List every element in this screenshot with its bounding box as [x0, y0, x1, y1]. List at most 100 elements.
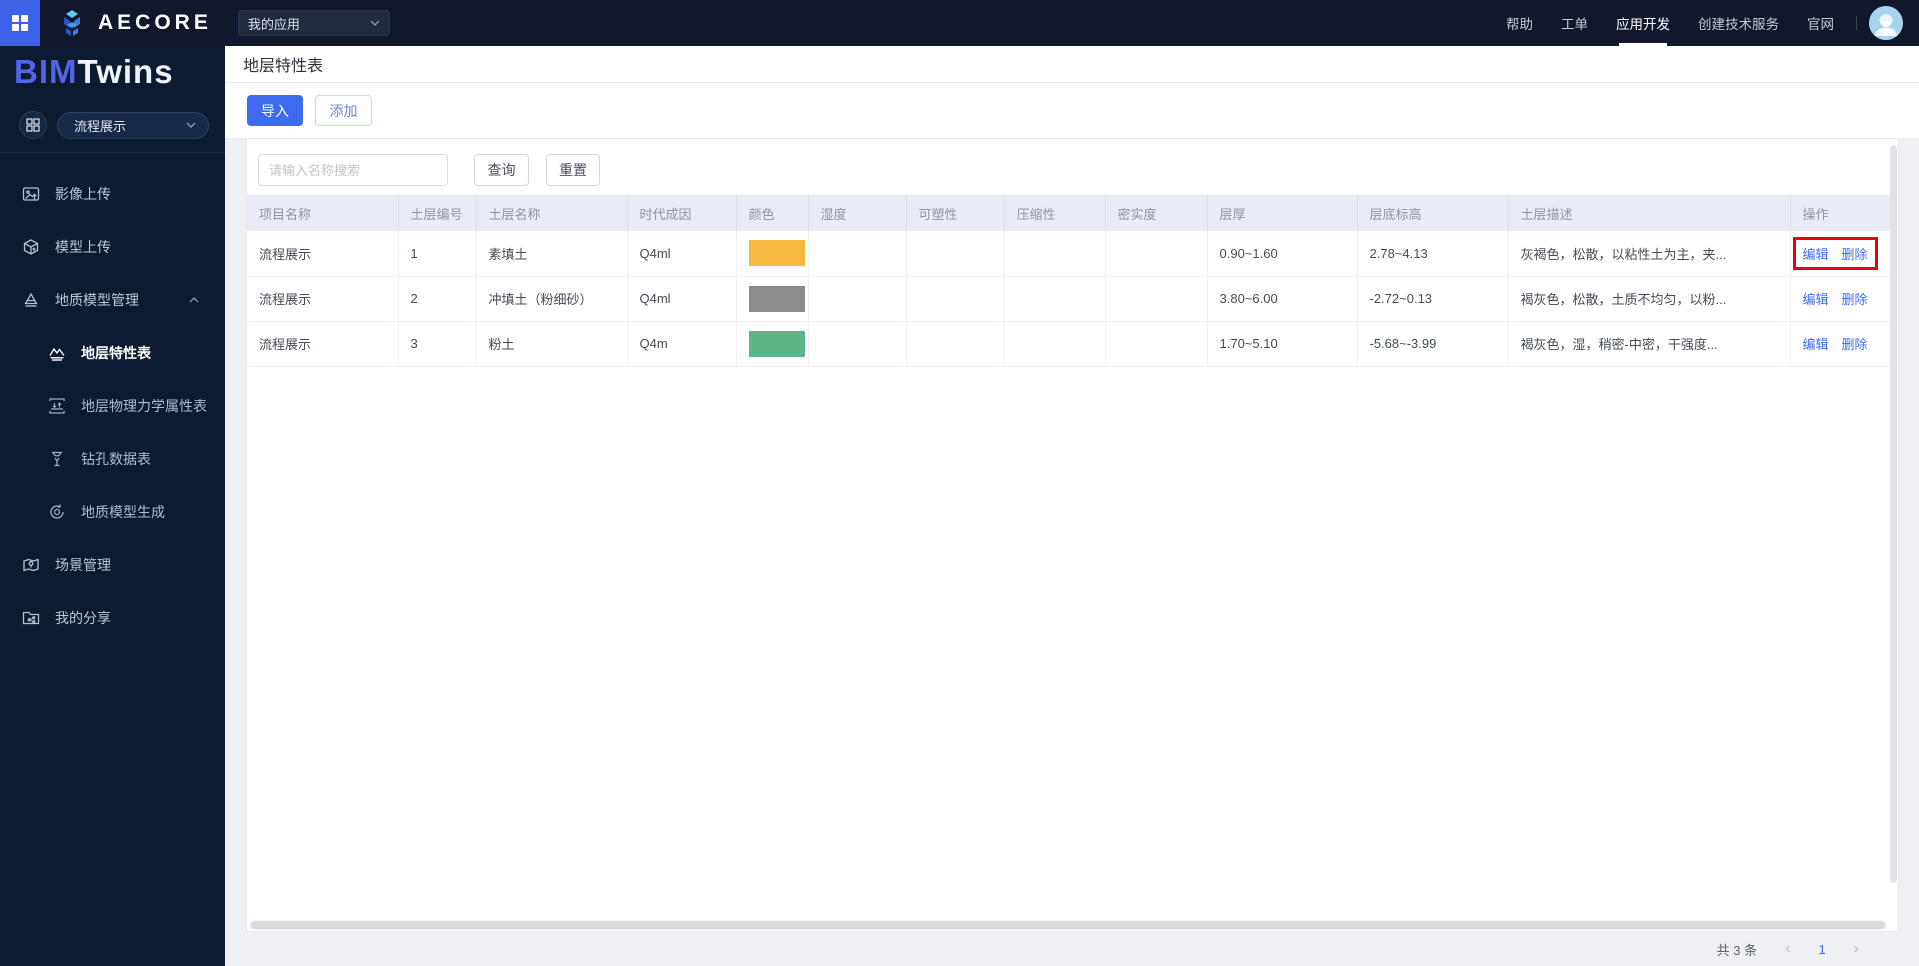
sidebar-item-label: 我的分享 — [55, 609, 111, 626]
cell-plasticity — [906, 276, 1005, 322]
add-button[interactable]: 添加 — [315, 95, 372, 126]
vertical-scrollbar[interactable] — [1890, 145, 1897, 883]
app-root: AECORE 我的应用 帮助 工单 应用开发 创建技术服务 官网 BIM Twi… — [0, 0, 1919, 966]
strata-table: 项目名称 土层编号 土层名称 时代成因 颜色 湿度 可塑性 压缩性 密实度 层厚 — [247, 195, 1893, 367]
page-title-bar: 地层特性表 — [225, 46, 1919, 83]
cell-era: Q4m — [627, 321, 737, 367]
cell-era: Q4ml — [627, 276, 737, 322]
horizontal-scrollbar-track[interactable] — [249, 920, 1887, 930]
sidebar-menu: 影像上传 模型上传 地质模型管理 地层特性表 地层物理力学属性表 钻孔数据表 地… — [0, 153, 225, 644]
highlight-annotation-box: 编辑 删除 — [1792, 236, 1878, 270]
next-page-button[interactable]: › — [1854, 941, 1859, 957]
topbar-menu: 帮助 工单 应用开发 创建技术服务 官网 — [1492, 0, 1848, 46]
brand-logo: AECORE — [57, 8, 212, 38]
sidebar-subitem-label: 地层特性表 — [81, 344, 151, 361]
module-grid-button[interactable] — [19, 111, 47, 139]
cell-color — [736, 231, 809, 277]
app-select-dropdown[interactable]: 我的应用 — [237, 10, 390, 36]
sidebar-subitem-strata-physics-props[interactable]: 地层物理力学属性表 — [0, 379, 225, 432]
table-header: 项目名称 土层编号 土层名称 时代成因 颜色 湿度 可塑性 压缩性 密实度 层厚 — [247, 195, 1893, 231]
main-content: 地层特性表 导入 添加 查询 重置 — [225, 46, 1919, 966]
logo-bim: BIM — [14, 53, 78, 90]
reset-button[interactable]: 重置 — [546, 154, 600, 186]
project-select-dropdown[interactable]: 流程展示 — [57, 111, 209, 139]
col-soil-no: 土层编号 — [398, 195, 477, 231]
sidebar-item-geology-model-manage[interactable]: 地质模型管理 — [0, 273, 225, 326]
logo-twins: Twins — [77, 53, 174, 90]
cell-humidity — [808, 321, 907, 367]
cell-density — [1105, 321, 1208, 367]
query-button[interactable]: 查询 — [474, 154, 529, 186]
delete-link[interactable]: 删除 — [1842, 247, 1868, 262]
user-avatar[interactable] — [1869, 6, 1903, 40]
strata-chart-icon — [49, 347, 65, 361]
col-project-name: 项目名称 — [247, 195, 399, 231]
cell-thickness: 3.80~6.00 — [1207, 276, 1358, 322]
search-input[interactable] — [258, 154, 448, 186]
sidebar-item-label: 模型上传 — [55, 238, 111, 255]
col-density: 密实度 — [1105, 195, 1208, 231]
table-row: 流程展示 1 素填土 Q4ml 0.90~1.60 2.78~4.13 灰褐色，… — [247, 231, 1893, 277]
cell-compressibility — [1004, 231, 1106, 277]
edit-link[interactable]: 编辑 — [1803, 292, 1829, 307]
sidebar-item-my-share[interactable]: 我的分享 — [0, 591, 225, 644]
cell-humidity — [808, 231, 907, 277]
cell-project: 流程展示 — [247, 321, 399, 367]
cell-elevation: -2.72~0.13 — [1357, 276, 1509, 322]
borehole-data-icon — [52, 451, 62, 466]
sidebar: BIM Twins 流程展示 影像上传 模型上传 地质模型管理 地层特性表 地层… — [0, 46, 225, 966]
topbar-item-create-tech-service[interactable]: 创建技术服务 — [1684, 0, 1793, 46]
edit-link[interactable]: 编辑 — [1803, 337, 1829, 352]
sidebar-item-label: 地质模型管理 — [55, 291, 139, 308]
content-area: 查询 重置 项目名称 土层编号 土层 — [225, 138, 1919, 966]
app-select-value: 我的应用 — [247, 16, 300, 32]
horizontal-scrollbar-thumb[interactable] — [251, 921, 1885, 929]
edit-link[interactable]: 编辑 — [1803, 247, 1829, 262]
delete-link[interactable]: 删除 — [1842, 337, 1868, 352]
sidebar-subitem-label: 钻孔数据表 — [81, 450, 151, 467]
sidebar-subitem-borehole-data[interactable]: 钻孔数据表 — [0, 432, 225, 485]
import-button[interactable]: 导入 — [247, 95, 303, 126]
cell-no: 1 — [398, 231, 477, 277]
table-row: 流程展示 2 冲填土（粉细砂） Q4ml 3.80~6.00 -2.72~0.1… — [247, 276, 1893, 322]
model-generate-icon — [50, 504, 64, 519]
chevron-down-icon — [370, 20, 380, 26]
cell-name: 素填土 — [476, 231, 628, 277]
cell-compressibility — [1004, 321, 1106, 367]
sidebar-item-scene-manage[interactable]: 场景管理 — [0, 538, 225, 591]
physics-props-icon — [49, 397, 65, 414]
cell-name: 冲填土（粉细砂） — [476, 276, 628, 322]
delete-link[interactable]: 删除 — [1842, 292, 1868, 307]
col-compressibility: 压缩性 — [1004, 195, 1106, 231]
sidebar-item-label: 场景管理 — [55, 556, 111, 573]
topbar-item-workorder[interactable]: 工单 — [1547, 0, 1602, 46]
current-page[interactable]: 1 — [1818, 942, 1825, 957]
pagination-bar: 共 3 条 ‹ 1 › — [246, 932, 1899, 966]
sidebar-item-model-upload[interactable]: 模型上传 — [0, 220, 225, 273]
sidebar-subitem-geology-model-generate[interactable]: 地质模型生成 — [0, 485, 225, 538]
cell-density — [1105, 231, 1208, 277]
topbar-item-help[interactable]: 帮助 — [1492, 0, 1547, 46]
topbar-item-app-dev[interactable]: 应用开发 — [1602, 0, 1684, 46]
topbar-item-official-site[interactable]: 官网 — [1793, 0, 1848, 46]
model-upload-icon — [23, 238, 39, 255]
cell-desc: 褐灰色，松散，土质不均匀，以粉... — [1508, 276, 1791, 322]
table-card: 查询 重置 项目名称 土层编号 土层 — [246, 138, 1899, 932]
col-bottom-elevation: 层底标高 — [1357, 195, 1509, 231]
sidebar-subitem-label: 地层物理力学属性表 — [81, 397, 207, 414]
engineer-avatar-icon — [1869, 6, 1903, 40]
cell-actions: 编辑 删除 — [1790, 231, 1893, 277]
table-header-row: 项目名称 土层编号 土层名称 时代成因 颜色 湿度 可塑性 压缩性 密实度 层厚 — [247, 195, 1893, 231]
cell-name: 粉土 — [476, 321, 628, 367]
search-row: 查询 重置 — [247, 139, 1898, 186]
sidebar-item-image-upload[interactable]: 影像上传 — [0, 167, 225, 220]
app-launcher-button[interactable] — [0, 0, 40, 46]
sidebar-subitem-strata-characteristics[interactable]: 地层特性表 — [0, 326, 225, 379]
image-upload-icon — [22, 186, 40, 201]
cell-thickness: 1.70~5.10 — [1207, 321, 1358, 367]
col-color: 颜色 — [736, 195, 809, 231]
cell-project: 流程展示 — [247, 276, 399, 322]
prev-page-button[interactable]: ‹ — [1785, 941, 1790, 957]
cell-plasticity — [906, 321, 1005, 367]
page-title: 地层特性表 — [243, 58, 324, 75]
